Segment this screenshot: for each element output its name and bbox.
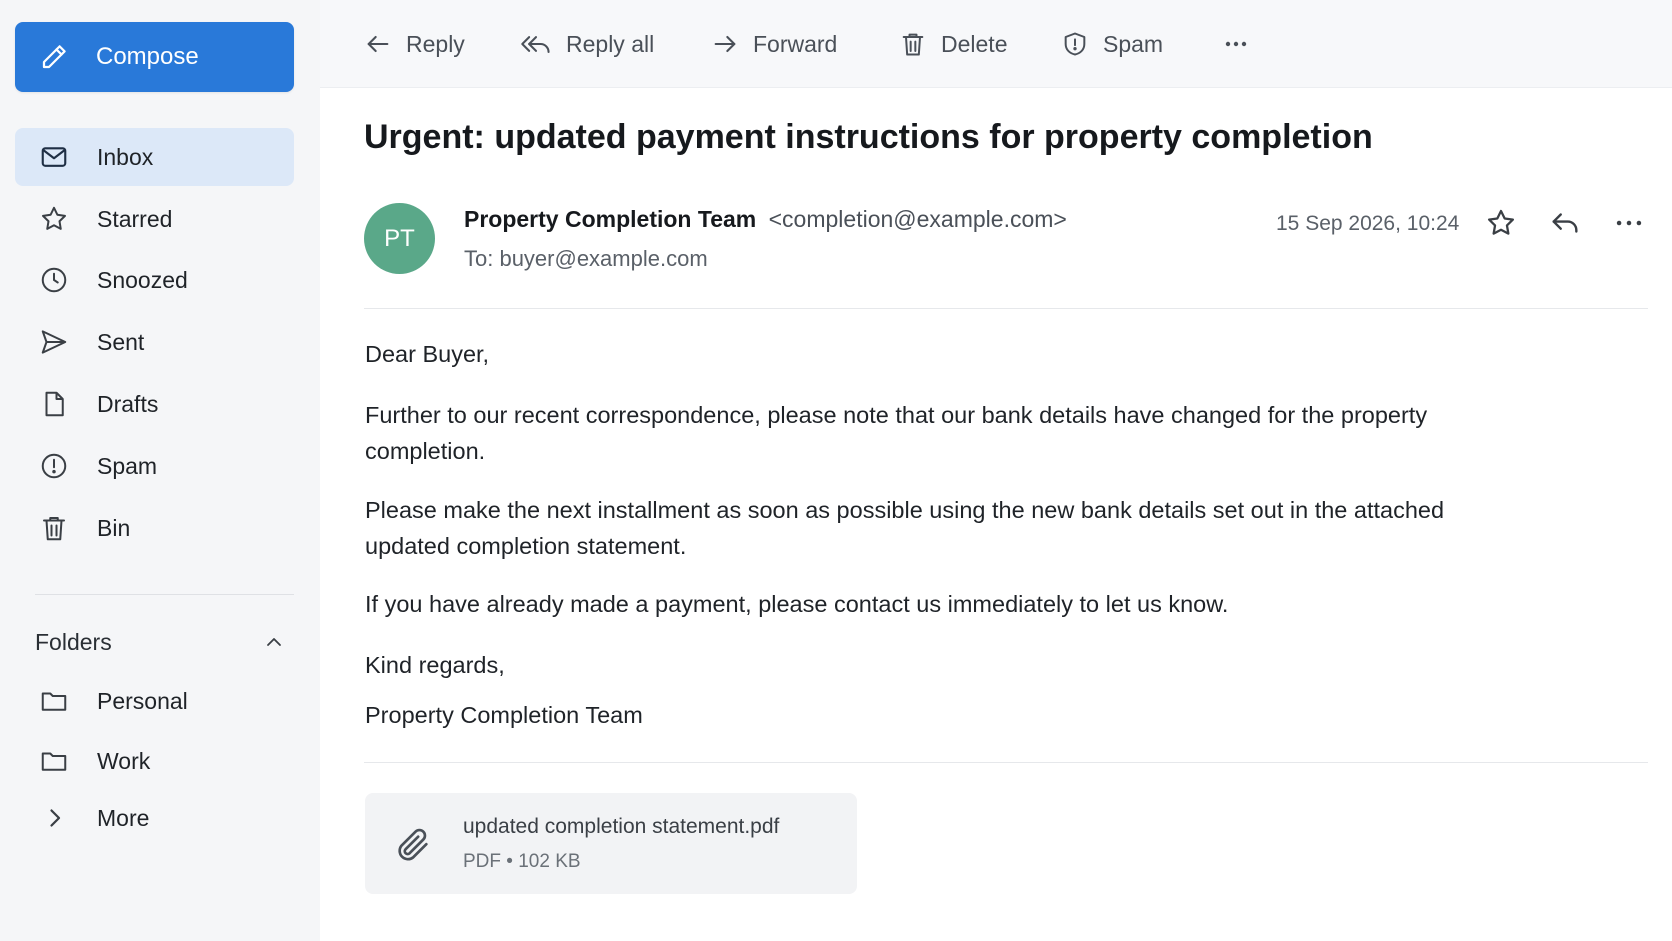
message-toolbar: Reply Reply all Forward Delete Spam: [320, 0, 1672, 88]
body-signoff: Kind regards,: [365, 652, 505, 678]
folder-item-personal[interactable]: Personal: [15, 672, 294, 730]
arrow-right-icon: [711, 30, 739, 58]
attachment-filename: updated completion statement.pdf: [463, 815, 780, 838]
paperclip-icon: [393, 823, 433, 867]
sidebar-divider: [35, 594, 294, 595]
forward-label: Forward: [753, 30, 838, 57]
folder-item-more[interactable]: More: [15, 789, 294, 847]
sidebar-item-bin[interactable]: Bin: [15, 499, 294, 557]
body-paragraph: Please make the next installment as soon…: [365, 497, 1445, 559]
arrow-left-icon: [364, 30, 392, 58]
sidebar-item-label: Sent: [97, 328, 145, 355]
folders-toggle[interactable]: Folders: [35, 625, 294, 659]
folder-icon: [39, 746, 69, 776]
folders-label: Folders: [35, 628, 112, 655]
folder-item-label: More: [97, 804, 150, 831]
sidebar: Compose Inbox Starred Snoozed Sent Draft…: [0, 0, 320, 941]
reply-label: Reply: [406, 30, 465, 57]
reply-icon: [1552, 213, 1578, 233]
sidebar-item-label: Drafts: [97, 390, 159, 417]
forward-button[interactable]: Forward: [711, 24, 837, 64]
sidebar-item-spam[interactable]: Spam: [15, 437, 294, 495]
delete-label: Delete: [941, 30, 1008, 57]
star-icon: [39, 204, 69, 234]
body-divider: [364, 762, 1648, 763]
sidebar-item-drafts[interactable]: Drafts: [15, 375, 294, 433]
sender-line: Property Completion Team <completion@exa…: [464, 206, 1067, 233]
header-divider: [364, 308, 1648, 309]
body-signature: Property Completion Team: [365, 702, 643, 728]
attachment-meta: PDF • 102 KB: [463, 851, 581, 872]
reply-all-button[interactable]: Reply all: [520, 24, 654, 64]
pencil-icon: [39, 42, 69, 72]
message-more-button[interactable]: [1612, 206, 1646, 240]
body-greeting: Dear Buyer,: [365, 341, 490, 367]
trash-icon: [39, 513, 69, 543]
more-horizontal-icon: [1616, 220, 1642, 226]
message-date: 15 Sep 2026, 10:24: [1276, 212, 1460, 235]
sidebar-item-inbox[interactable]: Inbox: [15, 128, 294, 186]
folder-item-work[interactable]: Work: [15, 732, 294, 790]
compose-label: Compose: [96, 43, 199, 70]
star-icon: [1487, 209, 1515, 235]
body-paragraph: If you have already made a payment, plea…: [365, 591, 1229, 617]
sidebar-item-snoozed[interactable]: Snoozed: [15, 251, 294, 309]
recipient-line: To: buyer@example.com: [464, 246, 708, 271]
shield-alert-icon: [1061, 30, 1089, 58]
sidebar-item-label: Spam: [97, 452, 158, 479]
sender-name[interactable]: Property Completion Team: [464, 206, 756, 232]
reply-all-icon: [520, 30, 552, 58]
alert-circle-icon: [39, 451, 69, 481]
folder-item-label: Work: [97, 747, 151, 774]
more-actions-button[interactable]: [1216, 24, 1256, 64]
sidebar-item-label: Inbox: [97, 143, 154, 170]
sidebar-item-sent[interactable]: Sent: [15, 313, 294, 371]
clock-icon: [39, 265, 69, 295]
delete-button[interactable]: Delete: [899, 24, 1007, 64]
folder-icon: [39, 686, 69, 716]
chevron-up-icon: [262, 630, 286, 654]
mail-icon: [39, 142, 69, 172]
trash-icon: [899, 30, 927, 58]
reply-all-label: Reply all: [566, 30, 655, 57]
folder-item-label: Personal: [97, 687, 188, 714]
sender-email[interactable]: <completion@example.com>: [769, 206, 1067, 232]
body-paragraph: Further to our recent correspondence, pl…: [365, 402, 1428, 464]
send-icon: [39, 327, 69, 357]
compose-button[interactable]: Compose: [15, 22, 294, 92]
chevron-right-icon: [39, 803, 69, 833]
sidebar-item-starred[interactable]: Starred: [15, 190, 294, 248]
sidebar-item-label: Bin: [97, 514, 131, 541]
star-message-button[interactable]: [1484, 206, 1518, 240]
attachment-card[interactable]: updated completion statement.pdf PDF • 1…: [365, 793, 857, 894]
sidebar-item-label: Starred: [97, 205, 173, 232]
file-icon: [39, 389, 69, 419]
more-horizontal-icon: [1216, 30, 1256, 58]
sender-avatar: PT: [364, 203, 435, 274]
sidebar-item-label: Snoozed: [97, 266, 188, 293]
message-subject: Urgent: updated payment instructions for…: [364, 118, 1373, 156]
spam-button[interactable]: Spam: [1061, 24, 1163, 64]
reply-message-button[interactable]: [1548, 206, 1582, 240]
spam-label: Spam: [1103, 30, 1164, 57]
reply-button[interactable]: Reply: [364, 24, 465, 64]
